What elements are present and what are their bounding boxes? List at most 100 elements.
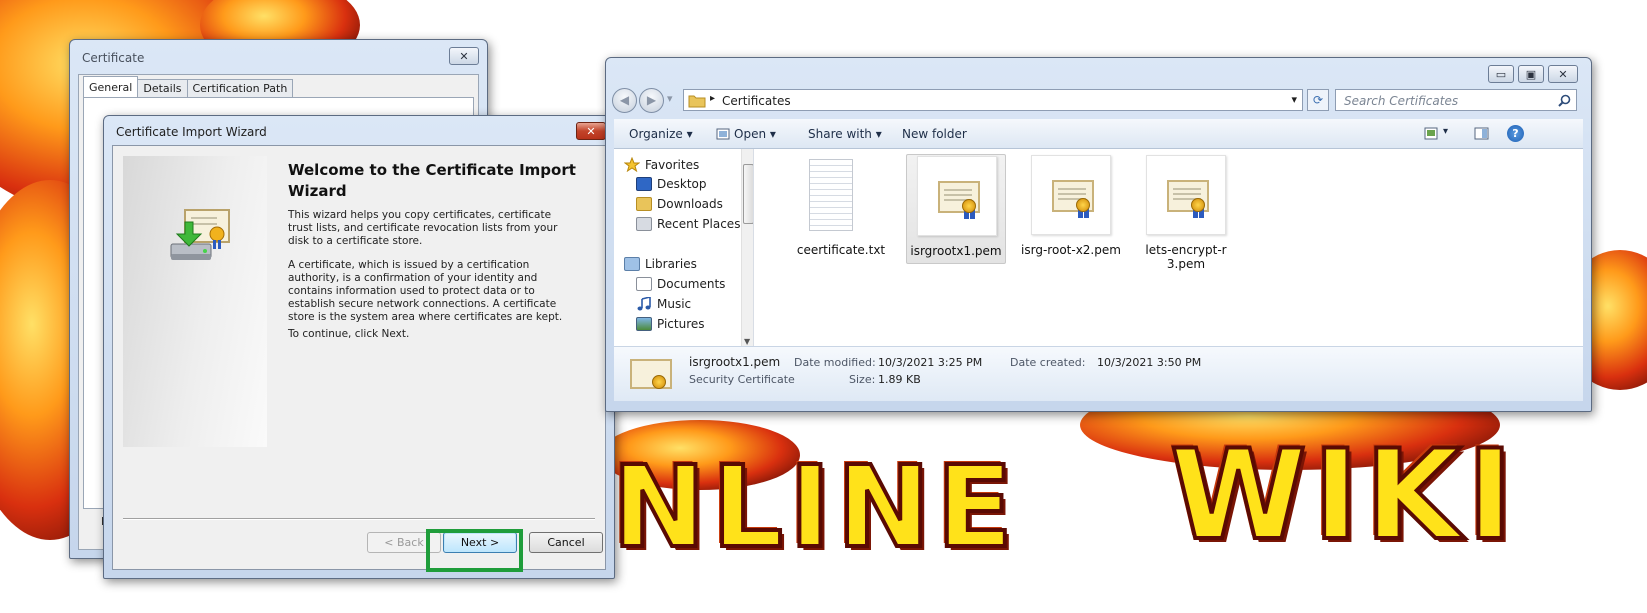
address-dropdown-icon[interactable]: ▾ <box>1291 93 1297 106</box>
certificate-thumbnail <box>1031 155 1111 235</box>
new-folder-button[interactable]: New folder <box>902 127 967 141</box>
maximize-icon: ▣ <box>1525 67 1537 81</box>
scrollbar-thumb[interactable] <box>743 164 753 224</box>
tree-label: Libraries <box>645 257 697 271</box>
wizard-paragraph-2: A certificate, which is issued by a cert… <box>288 259 563 323</box>
tab-certification-path[interactable]: Certification Path <box>186 79 294 98</box>
help-icon: ? <box>1512 127 1519 140</box>
date-created-label: Date created: <box>1010 356 1086 369</box>
back-nav-button[interactable]: ◀ <box>612 88 637 113</box>
open-button[interactable]: Open ▾ <box>734 127 776 141</box>
tree-item-documents[interactable]: Documents <box>636 277 725 291</box>
music-note-icon <box>637 297 651 311</box>
preview-pane-icon[interactable] <box>1474 127 1489 140</box>
file-item[interactable]: isrg-root-x2.pem <box>1021 154 1121 264</box>
navigation-scrollbar[interactable]: ▼ <box>741 149 753 346</box>
file-item[interactable]: ceertificate.txt <box>791 154 891 264</box>
tree-item-pictures[interactable]: Pictures <box>636 317 705 331</box>
banner-word-wiki: WIKI <box>1168 424 1520 568</box>
cancel-button[interactable]: Cancel <box>529 532 603 553</box>
tree-item-downloads[interactable]: Downloads <box>636 197 723 211</box>
search-icon[interactable] <box>1558 94 1571 107</box>
close-icon: ✕ <box>459 49 469 63</box>
organize-button[interactable]: Organize ▾ <box>629 127 693 141</box>
size-value: 1.89 KB <box>878 373 921 386</box>
close-icon: ✕ <box>586 124 596 138</box>
documents-icon <box>636 277 652 291</box>
certificate-import-icon <box>170 209 230 260</box>
refresh-icon: ⟳ <box>1312 93 1324 107</box>
text-file-icon <box>809 159 853 231</box>
refresh-button[interactable]: ⟳ <box>1307 89 1329 111</box>
tab-general[interactable]: General <box>83 76 139 98</box>
tree-item-desktop[interactable]: Desktop <box>636 177 707 191</box>
selected-file-type: Security Certificate <box>689 373 795 386</box>
tree-label: Favorites <box>645 157 700 172</box>
certificate-thumbnail <box>917 156 997 236</box>
file-name: isrgrootx1.pem <box>910 244 1002 258</box>
close-button[interactable]: ✕ <box>449 47 479 65</box>
downloads-folder-icon <box>636 197 652 211</box>
command-bar: Organize ▾ Open ▾ Share with ▾ New folde… <box>614 119 1583 149</box>
minimize-icon: ▭ <box>1495 67 1507 81</box>
forward-nav-button[interactable]: ▶ <box>639 88 664 113</box>
back-arrow-icon: ◀ <box>619 93 630 107</box>
recent-places-icon <box>636 217 652 231</box>
tab-details[interactable]: Details <box>137 79 188 98</box>
search-box[interactable]: Search Certificates <box>1335 89 1577 111</box>
date-modified-value: 10/3/2021 3:25 PM <box>878 356 983 369</box>
tree-label: Music <box>657 297 692 311</box>
date-modified-label: Date modified: <box>794 356 876 369</box>
minimize-button[interactable]: ▭ <box>1488 65 1514 83</box>
tab-strip: General Details Certification Path <box>83 76 294 98</box>
file-name: ceertificate.txt <box>796 243 886 257</box>
navigation-bar: ◀ ▶ ▾ ▸ Certificates ▾ ⟳ Search Certific… <box>612 88 1583 113</box>
libraries-icon <box>624 257 640 271</box>
selected-file-icon <box>630 353 674 395</box>
explorer-window: ▭ ▣ ✕ ◀ ▶ ▾ ▸ Certificates ▾ ⟳ Search Ce… <box>605 57 1592 412</box>
navigation-pane: Favorites Desktop Downloads Recent Place… <box>614 149 754 346</box>
window-title: Certificate <box>82 51 145 65</box>
search-input[interactable]: Search Certificates <box>1344 94 1458 108</box>
date-created-value: 10/3/2021 3:50 PM <box>1097 356 1202 369</box>
close-button[interactable]: ✕ <box>1548 65 1578 83</box>
file-item[interactable]: isrgrootx1.pem <box>906 154 1006 264</box>
file-item[interactable]: lets-encrypt-r3.pem <box>1136 154 1236 271</box>
address-path[interactable]: Certificates <box>722 94 791 108</box>
close-button[interactable]: ✕ <box>576 122 606 140</box>
star-icon <box>624 157 640 172</box>
tree-item-libraries[interactable]: Libraries <box>624 257 697 271</box>
scroll-down-icon[interactable]: ▼ <box>744 337 750 346</box>
view-dropdown-icon[interactable]: ▾ <box>1443 126 1448 137</box>
next-button[interactable]: Next > <box>443 532 517 553</box>
close-icon: ✕ <box>1558 67 1568 81</box>
wizard-heading: Welcome to the Certificate Import Wizard <box>288 161 576 200</box>
tree-item-favorites[interactable]: Favorites <box>624 157 699 172</box>
desktop-icon <box>636 177 652 191</box>
pictures-icon <box>636 317 652 331</box>
divider <box>123 518 595 520</box>
tree-item-recent-places[interactable]: Recent Places <box>636 217 740 231</box>
selected-file-name: isrgrootx1.pem <box>689 355 781 369</box>
recent-pages-dropdown[interactable]: ▾ <box>667 92 673 105</box>
folder-icon <box>688 95 706 108</box>
maximize-button[interactable]: ▣ <box>1518 65 1544 83</box>
certificate-thumbnail <box>1146 155 1226 235</box>
tree-label: Downloads <box>657 197 723 211</box>
tree-item-music[interactable]: Music <box>636 297 691 311</box>
tree-label: Pictures <box>657 317 705 331</box>
wizard-body: Welcome to the Certificate Import Wizard… <box>112 145 606 570</box>
open-file-icon <box>716 128 730 140</box>
breadcrumb-separator-icon: ▸ <box>710 93 716 104</box>
address-bar[interactable]: ▸ Certificates ▾ <box>683 89 1303 111</box>
back-button[interactable]: < Back <box>367 532 441 553</box>
share-with-button[interactable]: Share with ▾ <box>808 127 882 141</box>
wizard-paragraph-3: To continue, click Next. <box>288 328 410 340</box>
forward-arrow-icon: ▶ <box>646 93 657 107</box>
help-button[interactable]: ? <box>1507 125 1524 142</box>
size-label: Size: <box>849 373 876 386</box>
view-options-icon[interactable] <box>1424 127 1438 140</box>
wizard-side-panel <box>123 156 267 447</box>
import-wizard-window: Certificate Import Wizard ✕ Welcome to t… <box>103 115 615 579</box>
tree-label: Documents <box>657 277 726 291</box>
